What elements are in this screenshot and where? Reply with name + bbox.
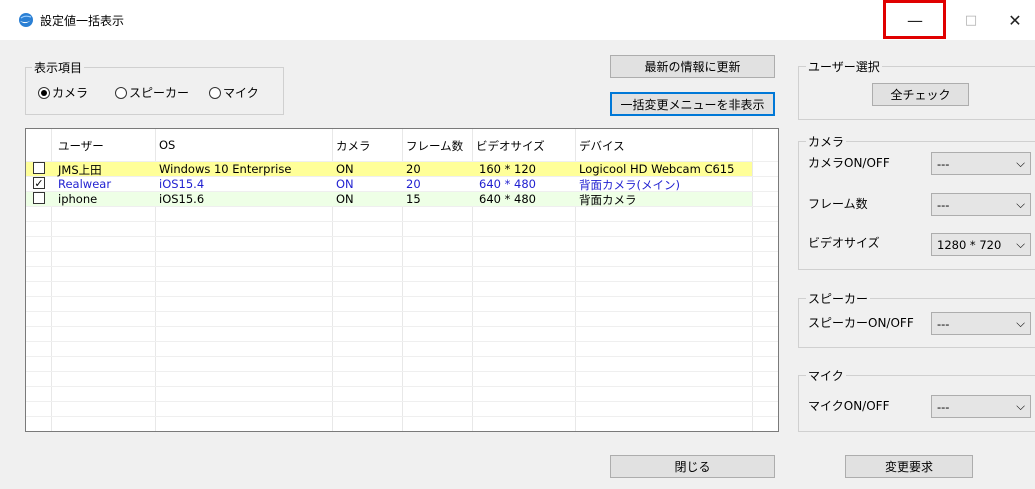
select-value: --- [937, 316, 950, 331]
radio-mic-label: マイク [223, 86, 259, 100]
cell-frames: 20 [406, 177, 421, 191]
cell-device: 背面カメラ [579, 193, 637, 207]
grid-row-line [26, 236, 778, 237]
cell-camera: ON [336, 177, 354, 191]
close-icon: ✕ [1008, 10, 1022, 30]
maximize-icon: □ [964, 12, 978, 28]
radio-circle [115, 86, 127, 99]
check-all-button[interactable]: 全チェック [872, 83, 969, 106]
select-value: --- [937, 399, 950, 414]
speaker-onoff-select[interactable]: --- ⌵ [931, 312, 1031, 335]
grid-row-line [26, 206, 778, 207]
grid-row-line [26, 281, 778, 282]
title-bar [0, 0, 1035, 40]
grid-row-line [26, 251, 778, 252]
radio-camera[interactable]: カメラ [38, 84, 88, 101]
row-checkbox[interactable]: ✓ [33, 177, 45, 189]
chevron-down-icon: ⌵ [1016, 237, 1025, 251]
speaker-legend: スピーカー [806, 290, 871, 307]
camera-video-size-select[interactable]: 1280 * 720 ⌵ [931, 233, 1031, 256]
camera-frames-label: フレーム数 [808, 197, 868, 211]
select-value: --- [937, 156, 950, 171]
user-select-legend: ユーザー選択 [806, 58, 882, 75]
cell-os: iOS15.6 [159, 192, 205, 206]
chevron-down-icon: ⌵ [1016, 156, 1025, 170]
grid-row-line [26, 416, 778, 417]
cell-camera: ON [336, 192, 354, 206]
radio-camera-label: カメラ [52, 86, 89, 100]
cell-camera: ON [336, 162, 354, 176]
cell-device: 背面カメラ(メイン) [579, 178, 680, 192]
grid-row-line [26, 356, 778, 357]
table-row[interactable] [26, 191, 752, 206]
cell-os: iOS15.4 [159, 177, 205, 191]
column-header-frames[interactable]: フレーム数 [406, 138, 463, 154]
camera-onoff-label: カメラON/OFF [808, 156, 890, 170]
mic-onoff-label: マイクON/OFF [808, 399, 890, 413]
request-change-button[interactable]: 変更要求 [845, 455, 973, 478]
refresh-button[interactable]: 最新の情報に更新 [610, 55, 775, 78]
mic-legend: マイク [806, 367, 846, 384]
grid-row-line [26, 311, 778, 312]
grid-row-line [26, 386, 778, 387]
select-value: 1280 * 720 [937, 237, 1002, 252]
checkmark-icon: ✓ [34, 176, 44, 190]
radio-speaker[interactable]: スピーカー [115, 84, 189, 101]
chevron-down-icon: ⌵ [1016, 197, 1025, 211]
camera-onoff-select[interactable]: --- ⌵ [931, 152, 1031, 175]
minimize-highlight-box [883, 0, 946, 39]
hide-bulk-menu-button[interactable]: 一括変更メニューを非表示 [610, 92, 775, 116]
cell-frames: 15 [406, 192, 421, 206]
radio-dot [41, 89, 47, 96]
window-title: 設定値一括表示 [40, 14, 125, 28]
column-header-device[interactable]: デバイス [579, 138, 625, 154]
column-header-os[interactable]: OS [159, 138, 175, 152]
grid-row-line [26, 221, 778, 222]
grid-row-line [26, 326, 778, 327]
cell-video-size: 160 * 120 [479, 162, 536, 176]
cell-user: iphone [58, 192, 98, 206]
radio-circle [209, 86, 221, 99]
speaker-onoff-label: スピーカーON/OFF [808, 316, 914, 330]
row-checkbox[interactable] [33, 162, 45, 174]
cell-user: JMS上田 [58, 163, 102, 177]
maximize-button[interactable]: □ [948, 0, 994, 40]
chevron-down-icon: ⌵ [1016, 316, 1025, 330]
grid-row-line [26, 341, 778, 342]
cell-os: Windows 10 Enterprise [159, 162, 292, 176]
camera-legend: カメラ [806, 133, 847, 150]
select-value: --- [937, 197, 950, 212]
grid-row-line [26, 401, 778, 402]
radio-circle [38, 86, 50, 99]
close-window-button[interactable]: ✕ [992, 0, 1035, 40]
radio-mic[interactable]: マイク [209, 84, 259, 101]
camera-frames-select[interactable]: --- ⌵ [931, 193, 1031, 216]
grid-row-line [26, 266, 778, 267]
radio-speaker-label: スピーカー [129, 86, 190, 100]
row-checkbox[interactable] [33, 192, 45, 204]
grid-row-line [26, 296, 778, 297]
cell-video-size: 640 * 480 [479, 192, 536, 206]
cell-device: Logicool HD Webcam C615 [579, 162, 735, 176]
column-header-user[interactable]: ユーザー [58, 138, 104, 154]
cell-video-size: 640 * 480 [479, 177, 536, 191]
chevron-down-icon: ⌵ [1016, 399, 1025, 413]
mic-onoff-select[interactable]: --- ⌵ [931, 395, 1031, 418]
app-globe-icon [19, 13, 33, 27]
grid-row-line [26, 371, 778, 372]
column-header-video-size[interactable]: ビデオサイズ [476, 138, 545, 154]
cell-user: Realwear [58, 177, 112, 191]
column-header-camera[interactable]: カメラ [336, 138, 371, 154]
user-settings-table[interactable]: ユーザー OS カメラ フレーム数 ビデオサイズ デバイス ✓ JMS上田 Wi… [25, 128, 779, 432]
close-button[interactable]: 閉じる [610, 455, 775, 478]
cell-frames: 20 [406, 162, 421, 176]
grid-row-line [26, 431, 778, 432]
camera-video-size-label: ビデオサイズ [808, 236, 880, 250]
display-items-legend: 表示項目 [32, 59, 85, 76]
